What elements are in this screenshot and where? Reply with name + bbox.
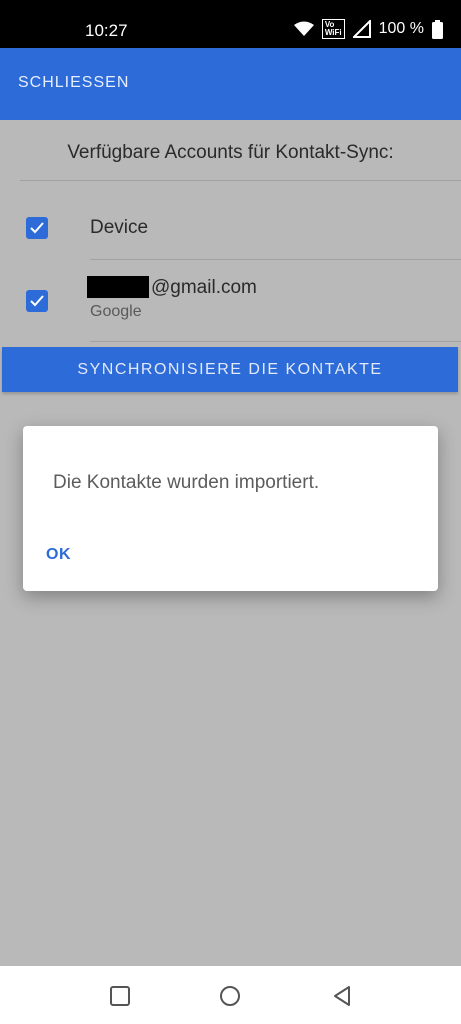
- battery-level: 100 %: [378, 20, 424, 37]
- status-bar: 10:27 Vo WiFi 100 %: [0, 0, 461, 48]
- divider: [90, 341, 461, 342]
- app-bar: SCHLIESSEN: [0, 48, 461, 120]
- divider: [20, 180, 461, 181]
- check-icon: [30, 222, 44, 234]
- battery-icon: [432, 19, 443, 39]
- account-label-device: Device: [90, 217, 149, 238]
- recents-icon[interactable]: [108, 984, 132, 1008]
- account-label-gmail: @gmail.com: [151, 277, 257, 298]
- ok-button[interactable]: OK: [46, 546, 71, 564]
- navigation-bar: [0, 966, 461, 1024]
- status-icons: Vo WiFi 100 %: [293, 19, 443, 39]
- status-time: 10:27: [85, 21, 128, 40]
- divider: [90, 259, 461, 260]
- vowifi-icon: Vo WiFi: [321, 19, 345, 39]
- close-button[interactable]: SCHLIESSEN: [18, 74, 129, 92]
- wifi-icon: [293, 21, 314, 37]
- sync-contacts-button[interactable]: SYNCHRONISIERE DIE KONTAKTE: [2, 347, 458, 392]
- page-title: Verfügbare Accounts für Kontakt-Sync:: [67, 142, 394, 163]
- check-icon: [30, 295, 44, 307]
- account-type-label: Google: [90, 303, 142, 320]
- confirmation-dialog: Die Kontakte wurden importiert. OK: [23, 426, 438, 591]
- signal-icon: [352, 20, 371, 38]
- home-icon[interactable]: [218, 984, 242, 1008]
- back-icon[interactable]: [330, 984, 354, 1008]
- google-checkbox[interactable]: [26, 290, 48, 312]
- device-checkbox[interactable]: [26, 217, 48, 239]
- redaction-block: [87, 276, 149, 298]
- dialog-message: Die Kontakte wurden importiert.: [53, 472, 320, 493]
